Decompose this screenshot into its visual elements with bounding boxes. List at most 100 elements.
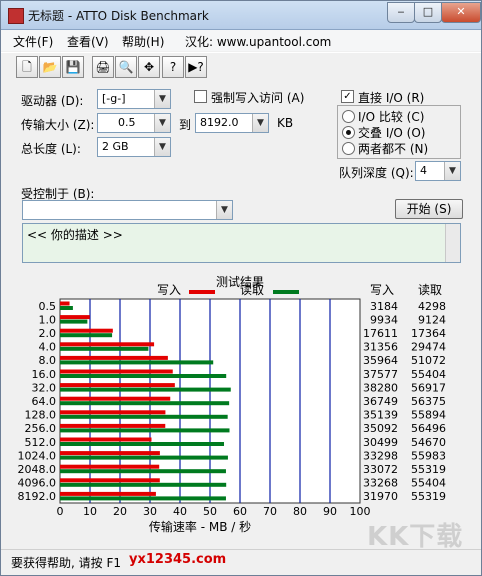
io-compare-radio[interactable] <box>342 110 355 123</box>
y-category-label: 2048.0 <box>18 463 57 476</box>
write-bar <box>60 315 90 320</box>
neither-label: 两者都不 (N) <box>358 142 429 156</box>
x-tick-label: 60 <box>233 505 247 518</box>
results-panel: 测试结果 写入 读取 写入 读取 0 10 20 30 40 50 60 70 80 90 100 传输速率 -… <box>14 269 466 545</box>
write-bar <box>60 396 171 401</box>
description-text: << 你的描述 >> <box>27 228 123 242</box>
transfer-to-select[interactable]: 8192.0 ▼ <box>195 113 269 133</box>
write-value: 31356 <box>363 341 398 354</box>
queue-depth-label: 队列深度 (Q): <box>339 166 414 180</box>
chevron-down-icon[interactable]: ▼ <box>444 162 460 180</box>
chevron-down-icon[interactable]: ▼ <box>154 90 170 108</box>
overlap-io-radio[interactable] <box>342 126 355 139</box>
menu-help[interactable]: 帮助(H) <box>122 33 164 50</box>
read-value: 51072 <box>411 354 446 367</box>
write-value: 9934 <box>370 313 398 326</box>
read-value: 55319 <box>411 463 446 476</box>
legend-read-label: 读取 <box>240 283 264 297</box>
y-category-label: 16.0 <box>32 368 57 381</box>
read-value: 55404 <box>411 368 446 381</box>
write-bar <box>60 437 152 442</box>
x-tick-label: 10 <box>83 505 97 518</box>
move-icon[interactable]: ✥ <box>138 56 160 78</box>
read-value: 55404 <box>411 477 446 490</box>
maximize-button[interactable]: □ <box>414 2 442 23</box>
chevron-down-icon[interactable]: ▼ <box>154 138 170 156</box>
help-icon[interactable]: ? <box>162 56 184 78</box>
y-category-label: 128.0 <box>25 409 57 422</box>
menu-view[interactable]: 查看(V) <box>67 33 109 50</box>
y-category-label: 512.0 <box>25 436 57 449</box>
drive-label: 驱动器 (D): <box>21 94 84 108</box>
total-length-label: 总长度 (L): <box>21 142 81 156</box>
transfer-to-value: 8192.0 <box>200 116 239 129</box>
total-length-value: 2 GB <box>102 140 129 153</box>
open-folder-icon[interactable]: 📂 <box>39 56 61 78</box>
direct-io-checkbox[interactable]: ✓ <box>341 90 354 103</box>
queue-depth-select[interactable]: 4 ▼ <box>415 161 461 181</box>
y-category-label: 2.0 <box>39 327 57 340</box>
y-category-label: 4096.0 <box>18 477 57 490</box>
legend-read-swatch <box>273 290 299 294</box>
read-bar <box>60 414 228 419</box>
read-bar <box>60 496 226 501</box>
description-scrollbar[interactable] <box>445 224 460 262</box>
write-value: 37577 <box>363 368 398 381</box>
write-bar <box>60 369 173 374</box>
read-bar <box>60 442 225 446</box>
read-bar <box>60 482 227 487</box>
total-length-select[interactable]: 2 GB ▼ <box>97 137 171 157</box>
save-icon[interactable]: 💾 <box>62 56 84 78</box>
print-icon[interactable]: 🖨 <box>92 56 114 78</box>
close-button[interactable]: ✕ <box>441 2 481 23</box>
legend-write-swatch <box>189 290 215 294</box>
x-tick-label: 80 <box>293 505 307 518</box>
neither-radio[interactable] <box>342 142 355 155</box>
write-bar <box>60 342 155 347</box>
chevron-down-icon[interactable]: ▼ <box>216 201 232 219</box>
chevron-down-icon[interactable]: ▼ <box>252 114 268 132</box>
start-button[interactable]: 开始 (S) <box>395 199 463 219</box>
controlled-by-select[interactable]: ▼ <box>22 200 233 220</box>
chevron-down-icon[interactable]: ▼ <box>154 114 170 132</box>
write-bar <box>60 383 175 388</box>
write-value: 17611 <box>363 327 398 340</box>
description-field[interactable]: << 你的描述 >> <box>22 223 461 263</box>
read-bar <box>60 469 226 474</box>
write-value: 35139 <box>363 409 398 422</box>
title-bar[interactable]: 无标题 - ATTO Disk Benchmark ‒ □ ✕ <box>1 1 481 30</box>
menu-localization[interactable]: 汉化: www.upantool.com <box>185 33 331 50</box>
new-file-icon[interactable]: 🗋 <box>16 56 38 78</box>
read-value: 17364 <box>411 327 446 340</box>
force-write-checkbox[interactable] <box>194 90 207 103</box>
write-value: 31970 <box>363 490 398 503</box>
read-value: 54670 <box>411 436 446 449</box>
write-value: 35092 <box>363 422 398 435</box>
io-mode-group: I/O 比较 (C) 交叠 I/O (O) 两者都不 (N) <box>337 105 461 159</box>
transfer-unit: KB <box>277 116 294 130</box>
x-tick-label: 0 <box>57 505 64 518</box>
menu-file[interactable]: 文件(F) <box>13 33 53 50</box>
read-value: 4298 <box>418 300 446 313</box>
queue-depth-value: 4 <box>420 164 427 177</box>
y-category-label: 0.5 <box>39 300 57 313</box>
results-chart: 测试结果写入 读取 写入 读取0 10 20 30 40 50 60 70 80 90 100传输速率 -… <box>18 274 447 534</box>
toolbar: 🗋 📂 💾 🖨 🔍 ✥ ? ▶? <box>1 52 481 81</box>
read-value: 9124 <box>418 313 446 326</box>
read-bar <box>60 455 228 460</box>
y-category-label: 1024.0 <box>18 449 57 462</box>
column-header-read: 读取 <box>418 283 442 297</box>
read-bar <box>60 374 227 378</box>
read-bar <box>60 428 230 433</box>
print-preview-icon[interactable]: 🔍 <box>115 56 137 78</box>
app-window: 无标题 - ATTO Disk Benchmark ‒ □ ✕ 文件(F) 查看… <box>0 0 482 576</box>
drive-select[interactable]: [-g-] ▼ <box>97 89 171 109</box>
read-bar <box>60 333 113 338</box>
minimize-button[interactable]: ‒ <box>387 2 415 23</box>
transfer-from-select[interactable]: 0.5 ▼ <box>97 113 171 133</box>
read-value: 29474 <box>411 341 446 354</box>
context-help-icon[interactable]: ▶? <box>185 56 207 78</box>
kk-watermark: KK下载 <box>367 522 464 552</box>
write-value: 35964 <box>363 354 398 367</box>
x-tick-label: 40 <box>173 505 187 518</box>
